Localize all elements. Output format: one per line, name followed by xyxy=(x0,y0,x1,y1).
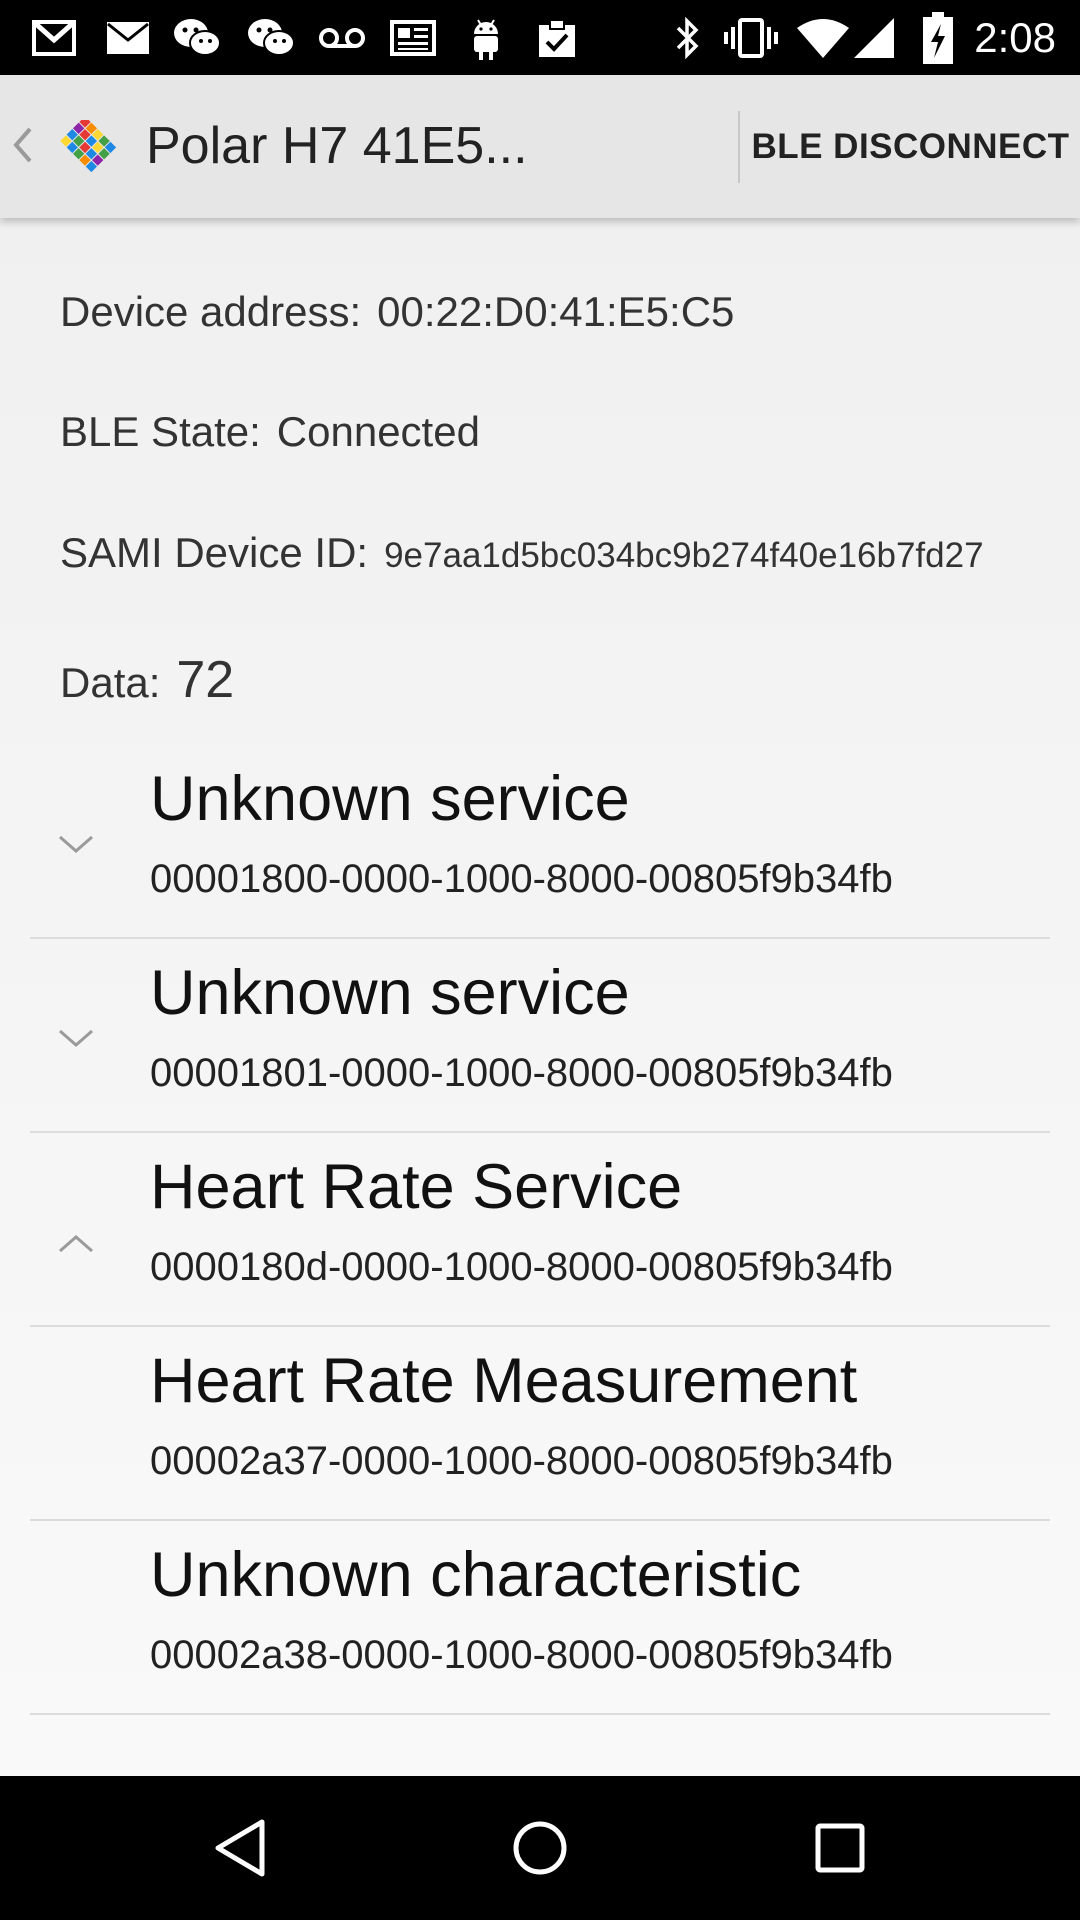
home-icon xyxy=(513,1821,567,1875)
service-title: Heart Rate Service xyxy=(150,1152,683,1222)
ble-state-label: BLE State: xyxy=(60,408,261,455)
sami-device-id-row: SAMI Device ID: 9e7aa1d5bc034bc9b274f40e1… xyxy=(60,529,984,577)
vibrate-icon xyxy=(722,0,780,75)
service-item-heart-rate[interactable]: Heart Rate Service 0000180d-0000-1000-80… xyxy=(0,1133,1080,1327)
cell-signal-icon xyxy=(852,0,896,75)
characteristic-item-heart-rate-measurement[interactable]: Heart Rate Measurement 00002a37-0000-100… xyxy=(0,1327,1080,1521)
page-title: Polar H7 41E5... xyxy=(146,117,528,175)
chevron-up-icon xyxy=(59,1235,93,1253)
chevron-down-icon xyxy=(59,1029,93,1047)
home-button[interactable] xyxy=(460,1776,620,1920)
gmail-icon xyxy=(30,0,78,75)
status-time: 2:08 xyxy=(974,14,1056,61)
voicemail-icon xyxy=(316,0,368,75)
service-item-generic-access[interactable]: Unknown service 00001800-0000-1000-8000-… xyxy=(0,745,1080,939)
ble-disconnect-button[interactable]: BLE DISCONNECT xyxy=(741,75,1080,218)
recents-button[interactable] xyxy=(760,1776,920,1920)
status-bar: 2:08 xyxy=(0,0,1080,75)
data-row: Data: 72 xyxy=(60,650,234,710)
app-logo-icon[interactable] xyxy=(42,120,128,172)
clipboard-check-icon xyxy=(532,0,582,75)
sami-device-id-label: SAMI Device ID: xyxy=(60,529,369,576)
service-title: Unknown service xyxy=(150,764,630,834)
device-address-label: Device address: xyxy=(60,288,362,335)
news-icon xyxy=(388,0,438,75)
chevron-down-icon xyxy=(59,835,93,853)
wifi-icon xyxy=(794,0,852,75)
device-address-value: 00:22:D0:41:E5:C5 xyxy=(377,288,735,335)
ble-state-row: BLE State: Connected xyxy=(60,408,480,456)
service-uuid: 0000180d-0000-1000-8000-00805f9b34fb xyxy=(150,1245,893,1289)
wechat-icon xyxy=(170,0,224,75)
characteristic-title: Unknown characteristic xyxy=(150,1540,802,1610)
service-uuid: 00001800-0000-1000-8000-00805f9b34fb xyxy=(150,857,893,901)
action-bar: Polar H7 41E5... BLE DISCONNECT xyxy=(0,75,1080,218)
service-title: Unknown service xyxy=(150,958,630,1028)
recents-icon xyxy=(815,1823,865,1873)
android-icon xyxy=(462,0,510,75)
service-uuid: 00001801-0000-1000-8000-00805f9b34fb xyxy=(150,1051,893,1095)
battery-charging-icon xyxy=(914,0,962,75)
up-chevron-icon[interactable] xyxy=(10,115,34,175)
list-divider xyxy=(30,1713,1050,1715)
service-item-generic-attribute[interactable]: Unknown service 00001801-0000-1000-8000-… xyxy=(0,939,1080,1133)
back-icon xyxy=(215,1819,265,1877)
data-label: Data: xyxy=(60,659,161,706)
sami-device-id-value: 9e7aa1d5bc034bc9b274f40e16b7fd27 xyxy=(384,536,984,575)
data-value: 72 xyxy=(176,651,235,709)
action-divider xyxy=(738,111,740,183)
back-button[interactable] xyxy=(160,1776,320,1920)
characteristic-uuid: 00002a38-0000-1000-8000-00805f9b34fb xyxy=(150,1633,893,1677)
email-icon xyxy=(104,0,152,75)
device-address-row: Device address: 00:22:D0:41:E5:C5 xyxy=(60,288,734,336)
characteristic-item-unknown[interactable]: Unknown characteristic 00002a38-0000-100… xyxy=(0,1521,1080,1715)
navigation-bar xyxy=(0,1776,1080,1920)
characteristic-title: Heart Rate Measurement xyxy=(150,1346,858,1416)
characteristic-uuid: 00002a37-0000-1000-8000-00805f9b34fb xyxy=(150,1439,893,1483)
wechat-icon xyxy=(244,0,298,75)
bluetooth-icon xyxy=(668,0,708,75)
ble-state-value: Connected xyxy=(276,408,480,455)
